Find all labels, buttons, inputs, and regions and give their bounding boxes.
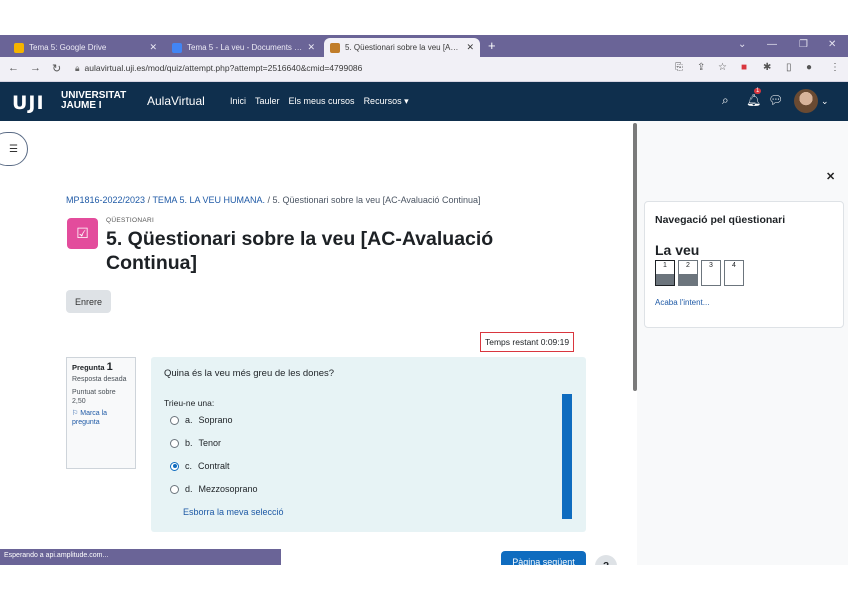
answer-prompt: Trieu-ne una:: [164, 398, 215, 408]
brand-name[interactable]: AulaVirtual: [147, 94, 205, 108]
site-header: UJI UNIVERSITAT JAUME I AulaVirtual Inic…: [0, 82, 848, 121]
question-number: Pregunta 1: [72, 361, 113, 373]
forward-arrow-icon[interactable]: →: [30, 62, 41, 74]
tab-google-drive[interactable]: Tema 5: Google Drive ✕: [8, 38, 163, 57]
radio-a[interactable]: [170, 415, 179, 425]
question-content: Quina és la veu més greu de les dones? T…: [151, 357, 586, 532]
address-bar: ← → ↻ 🔒︎ aulavirtual.uji.es/mod/quiz/atte…: [0, 57, 848, 82]
page-title: 5. Qüestionari sobre la veu [AC-Avaluaci…: [106, 228, 494, 274]
flag-icon: ⚐: [72, 410, 79, 417]
uji-logo-text: UNIVERSITAT JAUME I: [61, 90, 127, 111]
breadcrumb-course[interactable]: MP1816-2022/2023: [66, 195, 145, 205]
translate-icon[interactable]: ⎘: [675, 62, 683, 73]
question-info: Pregunta 1 Resposta desada Puntuat sobre…: [66, 357, 136, 469]
browser-window: Tema 5: Google Drive ✕ Tema 5 - La veu -…: [0, 35, 848, 565]
answer-option-c[interactable]: c. Contralt: [170, 461, 230, 471]
help-button[interactable]: ?: [595, 555, 617, 565]
lock-icon: 🔒︎: [75, 63, 80, 73]
nav-dashboard[interactable]: Tauler: [255, 96, 280, 107]
side-panel-icon[interactable]: ▯: [786, 62, 792, 73]
clear-selection-link[interactable]: Esborra la meva selecció: [183, 507, 284, 517]
browser-status-bar: Esperando a api.amplitude.com...: [0, 549, 281, 565]
radio-b[interactable]: [170, 438, 179, 448]
messages-icon[interactable]: 💬︎: [768, 93, 783, 107]
next-page-button[interactable]: Pàgina següent: [501, 551, 586, 565]
activity-type: QÜESTIONARI: [106, 217, 155, 224]
answer-option-b[interactable]: b. Tenor: [170, 438, 221, 448]
primary-navigation: Inici Tauler Els meus cursos Recursos ▾: [230, 96, 409, 107]
breadcrumb-section[interactable]: TEMA 5. LA VEU HUMANA.: [152, 195, 265, 205]
tab-quiz[interactable]: 5. Qüestionari sobre la veu [AC-A ✕: [324, 38, 480, 57]
question-button-3[interactable]: 3: [701, 260, 721, 286]
google-drive-icon: [14, 42, 24, 53]
back-arrow-icon[interactable]: ←: [8, 62, 19, 74]
question-buttons: 1 2 3 4: [655, 260, 744, 286]
tab-strip: Tema 5: Google Drive ✕ Tema 5 - La veu -…: [0, 35, 848, 57]
search-icon[interactable]: ⌕: [722, 93, 729, 108]
close-icon[interactable]: ✕: [149, 42, 157, 53]
radio-c[interactable]: [170, 461, 179, 471]
radio-d[interactable]: [170, 484, 179, 494]
question-button-4[interactable]: 4: [724, 260, 744, 286]
bookmark-star-icon[interactable]: ☆: [718, 62, 727, 73]
close-icon[interactable]: ✕: [466, 42, 474, 53]
tab-search-icon[interactable]: ⌄: [738, 39, 746, 50]
avatar[interactable]: [794, 89, 818, 113]
quiz-navigation-block: Navegació pel qüestionari La veu 1 2 3 4…: [644, 201, 844, 328]
question-button-2[interactable]: 2: [678, 260, 698, 286]
menu-dots-icon[interactable]: ⋮: [830, 62, 840, 73]
finish-attempt-link[interactable]: Acaba l'intent...: [655, 298, 709, 307]
course-index-toggle[interactable]: ☰: [0, 132, 28, 166]
quiz-section-title: La veu: [655, 242, 700, 258]
list-icon: ☰: [9, 143, 18, 155]
nav-my-courses[interactable]: Els meus cursos: [289, 96, 355, 107]
restore-icon[interactable]: ❐: [799, 39, 808, 50]
url-field[interactable]: 🔒︎ aulavirtual.uji.es/mod/quiz/attempt.ph…: [75, 63, 362, 74]
nav-home[interactable]: Inici: [230, 96, 246, 107]
moodle-icon: [330, 42, 340, 53]
close-icon[interactable]: ✕: [307, 42, 315, 53]
question-scrollbar[interactable]: [562, 394, 572, 519]
page-content: ☰ MP1816-2022/2023 / TEMA 5. LA VEU HUMA…: [0, 121, 848, 565]
uji-logo[interactable]: UJI: [12, 92, 45, 114]
quiz-navigation-title: Navegació pel qüestionari: [655, 214, 786, 226]
question-state: Resposta desada: [72, 376, 127, 383]
new-tab-button[interactable]: +: [488, 38, 496, 53]
answer-option-d[interactable]: d. Mezzosoprano: [170, 484, 258, 494]
extensions-puzzle-icon[interactable]: ✱: [763, 62, 771, 73]
scrollbar[interactable]: [633, 123, 637, 391]
pdf-extension-icon[interactable]: ■: [741, 62, 747, 73]
tab-google-docs[interactable]: Tema 5 - La veu - Documents de ✕: [166, 38, 321, 57]
nav-resources[interactable]: Recursos ▾: [364, 96, 409, 107]
question-text: Quina és la veu més greu de les dones?: [164, 368, 335, 379]
breadcrumb-current: 5. Qüestionari sobre la veu [AC-Avaluaci…: [272, 195, 481, 205]
question-points: Puntuat sobre 2,50: [72, 389, 116, 405]
profile-icon[interactable]: ●: [806, 62, 812, 73]
close-drawer-icon[interactable]: ✕: [826, 170, 835, 183]
right-drawer: [637, 121, 848, 565]
breadcrumb: MP1816-2022/2023 / TEMA 5. LA VEU HUMANA…: [66, 195, 481, 205]
minimize-icon[interactable]: —: [767, 39, 777, 50]
window-close-icon[interactable]: ✕: [828, 39, 836, 50]
reload-icon[interactable]: ↻: [52, 62, 61, 75]
answer-option-a[interactable]: a. Soprano: [170, 415, 233, 425]
time-remaining: Temps restant 0:09:19: [480, 332, 575, 352]
chevron-down-icon[interactable]: ⌄: [821, 96, 829, 107]
quiz-icon: ☑: [67, 218, 98, 249]
back-button[interactable]: Enrere: [66, 290, 112, 313]
flag-question-link[interactable]: ⚐ Marca la pregunta: [72, 409, 130, 427]
question-button-1[interactable]: 1: [655, 260, 675, 286]
google-docs-icon: [172, 42, 182, 53]
notification-bell-icon[interactable]: 🔔︎: [746, 93, 761, 107]
share-icon[interactable]: ⇪: [697, 62, 705, 73]
